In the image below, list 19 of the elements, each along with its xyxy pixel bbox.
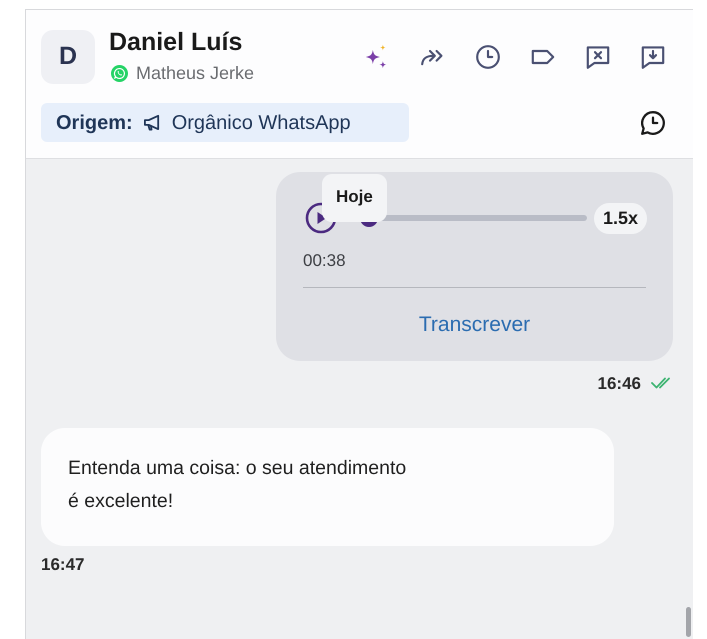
message-time: 16:46 (598, 372, 641, 394)
message-download-icon[interactable] (641, 45, 665, 69)
clock-message-icon[interactable] (641, 110, 665, 134)
date-tooltip: Hoje (322, 174, 387, 222)
contact-name: Daniel Luís (109, 27, 244, 57)
origin-label: Origem: (56, 110, 133, 136)
message-x-icon[interactable] (586, 45, 610, 69)
whatsapp-icon (111, 65, 128, 82)
transcribe-link[interactable]: Transcrever (418, 309, 530, 340)
megaphone-icon (142, 113, 162, 132)
playback-speed-button[interactable]: 1.5x (594, 202, 647, 234)
clock-icon[interactable] (476, 45, 500, 69)
agent-name: Matheus Jerke (136, 62, 254, 85)
origin-value: Orgânico WhatsApp (172, 110, 351, 136)
audio-duration: 00:38 (303, 251, 346, 270)
avatar: D (41, 30, 95, 84)
message-text: Entenda uma coisa: o seu atendimento é excelente! (68, 456, 408, 514)
message-time: 16:47 (41, 554, 84, 576)
scrollbar-thumb[interactable] (686, 607, 691, 637)
